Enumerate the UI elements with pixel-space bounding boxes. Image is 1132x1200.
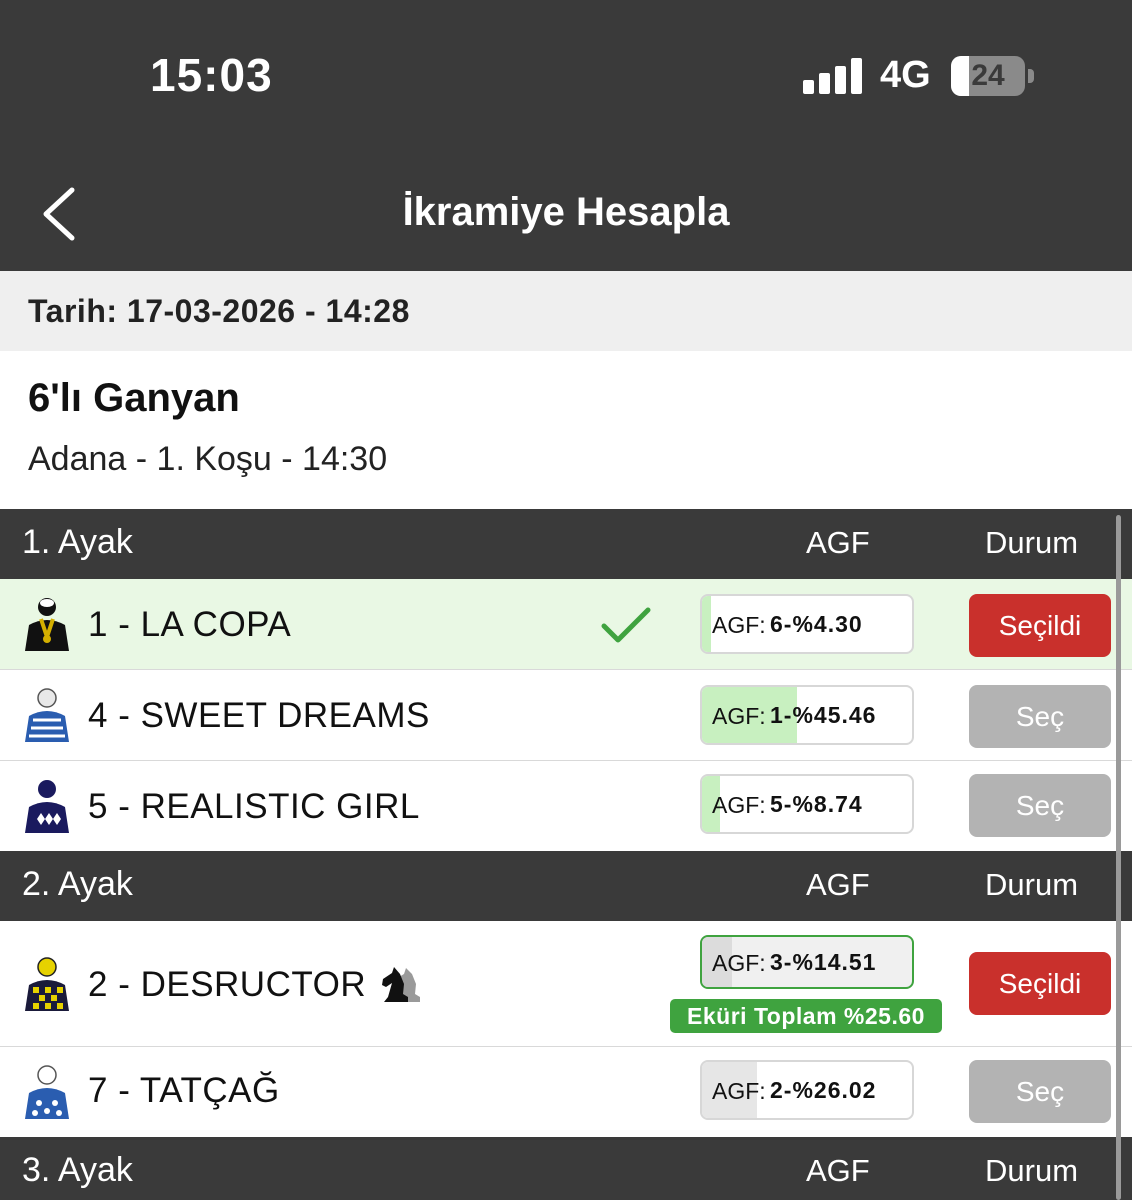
knight-icon <box>382 967 420 1002</box>
leg-header-3: 3. Ayak AGF Durum <box>0 1137 1132 1200</box>
agf-box: AGF: 2-%26.02 <box>700 1060 914 1120</box>
selected-button[interactable]: Seçildi <box>969 952 1111 1015</box>
date-bar: Tarih: 17-03-2026 - 14:28 <box>0 271 1132 351</box>
agf-column-header: AGF <box>806 867 870 902</box>
leg-header-2: 2. Ayak AGF Durum <box>0 851 1132 921</box>
selected-button[interactable]: Seçildi <box>969 594 1111 657</box>
leg-header-1: 1. Ayak AGF Durum <box>0 509 1132 579</box>
page-title: İkramiye Hesapla <box>402 190 730 234</box>
agf-value: 1-%45.46 <box>770 702 877 728</box>
leg-title: 1. Ayak <box>22 523 133 561</box>
agf-label: AGF: <box>712 950 766 976</box>
scrollbar[interactable] <box>1116 515 1121 1200</box>
select-button[interactable]: Seç <box>969 1060 1111 1123</box>
signal-icon <box>803 58 863 94</box>
agf-label: AGF: <box>712 792 766 818</box>
agf-label: AGF: <box>712 703 766 729</box>
status-time: 15:03 <box>150 49 273 101</box>
network-type: 4G <box>880 54 931 96</box>
agf-box: AGF: 3-%14.51 <box>700 935 914 989</box>
top-bar: 15:03 4G 24 İkramiye Hesapla <box>0 0 1132 271</box>
bet-type: 6'lı Ganyan <box>28 376 240 420</box>
horse-row-tatcag[interactable]: 7 - TATÇAĞ AGF: 2-%26.02 Seç <box>0 1047 1132 1138</box>
stable-total-badge: Eküri Toplam %25.60 <box>670 999 942 1033</box>
horse-row-la-copa[interactable]: 1 - LA COPA AGF: 6-%4.30 Seçildi <box>0 579 1132 670</box>
agf-value: 6-%4.30 <box>770 611 863 637</box>
agf-label: AGF: <box>712 1078 766 1104</box>
horse-row-realistic-girl[interactable]: 5 - REALISTIC GIRL AGF: 5-%8.74 Seç <box>0 761 1132 852</box>
horse-name: 7 - TATÇAĞ <box>88 1071 280 1110</box>
agf-box: AGF: 1-%45.46 <box>700 685 914 745</box>
agf-column-header: AGF <box>806 525 870 560</box>
horse-row-sweet-dreams[interactable]: 4 - SWEET DREAMS AGF: 1-%45.46 Seç <box>0 670 1132 761</box>
horse-name: 1 - LA COPA <box>88 605 292 644</box>
agf-box: AGF: 6-%4.30 <box>700 594 914 654</box>
jockey-silk-icon <box>25 957 69 1011</box>
check-icon <box>601 607 651 643</box>
battery-icon: 24 <box>951 56 1025 96</box>
horse-name: 5 - REALISTIC GIRL <box>88 787 420 826</box>
leg-title: 2. Ayak <box>22 865 133 903</box>
horse-row-desructor[interactable]: 2 - DESRUCTOR AGF: 3-%14.51 Seçildi <box>0 921 1132 1047</box>
agf-value: 2-%26.02 <box>770 1077 877 1103</box>
jockey-silk-icon <box>25 780 69 833</box>
leg-title: 3. Ayak <box>22 1151 133 1189</box>
agf-label: AGF: <box>712 612 766 638</box>
jockey-silk-icon <box>25 1065 69 1119</box>
status-column-header: Durum <box>985 525 1079 560</box>
date-text: Tarih: 17-03-2026 - 14:28 <box>28 293 410 329</box>
agf-column-header: AGF <box>806 1153 870 1188</box>
select-button[interactable]: Seç <box>969 685 1111 748</box>
agf-value: 5-%8.74 <box>770 791 863 817</box>
jockey-silk-icon <box>25 688 69 742</box>
battery-tip <box>1028 69 1034 83</box>
select-button[interactable]: Seç <box>969 774 1111 837</box>
agf-value: 3-%14.51 <box>770 949 877 975</box>
horse-name: 4 - SWEET DREAMS <box>88 696 430 735</box>
agf-box: AGF: 5-%8.74 <box>700 774 914 834</box>
battery-level: 24 <box>971 59 1005 92</box>
jockey-silk-icon <box>25 598 69 651</box>
horse-name: 2 - DESRUCTOR <box>88 965 367 1004</box>
race-info: Adana - 1. Koşu - 14:30 <box>28 440 388 478</box>
status-column-header: Durum <box>985 867 1079 902</box>
agf-bar <box>702 596 712 652</box>
status-column-header: Durum <box>985 1153 1079 1188</box>
